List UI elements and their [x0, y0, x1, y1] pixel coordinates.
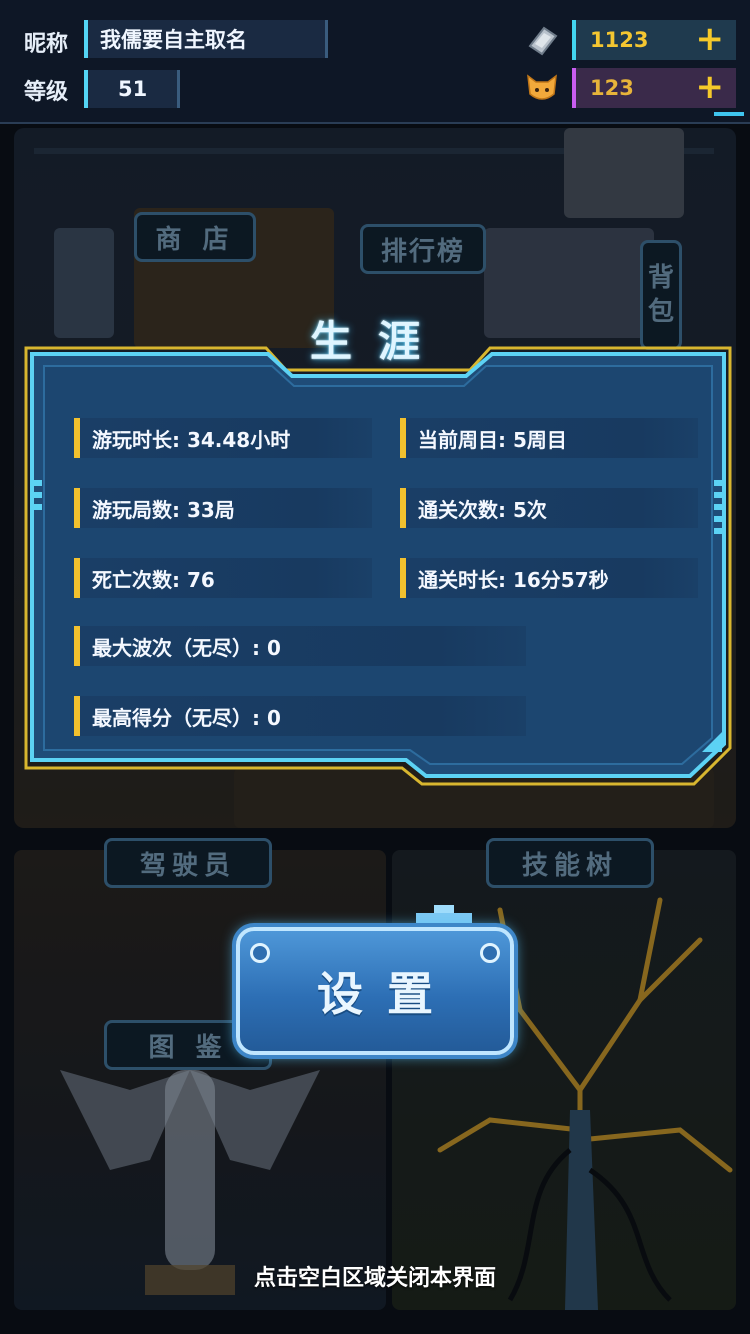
nickname-value: 我儒要自主取名: [100, 28, 247, 52]
currency-secondary-value: 123: [590, 76, 634, 100]
currency-primary: 1123 +: [572, 20, 736, 60]
cat-head-icon: [527, 74, 557, 100]
stat-clear-count: 通关次数: 5次: [400, 488, 698, 528]
stat-high-score-endless-text: 最高得分（无尽）: 0: [92, 705, 281, 730]
add-currency-primary-button[interactable]: +: [696, 22, 725, 56]
currency-secondary: 123 +: [572, 68, 736, 108]
settings-button-wrap: 设置: [228, 905, 522, 1060]
add-currency-secondary-button[interactable]: +: [696, 70, 725, 104]
chip-icon: [528, 26, 558, 56]
stat-games-played-text: 游玩局数: 33局: [92, 497, 235, 522]
nickname-label: 昵称: [24, 32, 69, 57]
stat-play-time: 游玩时长: 34.48小时: [74, 418, 372, 458]
level-field: 51: [84, 70, 180, 108]
stat-clear-time: 通关时长: 16分57秒: [400, 558, 698, 598]
stat-high-score-endless: 最高得分（无尽）: 0: [74, 696, 526, 736]
close-hint: 点击空白区域关闭本界面: [253, 1266, 496, 1291]
settings-button[interactable]: 设置: [236, 927, 514, 1055]
nickname-field[interactable]: 我儒要自主取名: [84, 20, 328, 58]
currency-primary-value: 1123: [590, 28, 649, 52]
player-header: 昵称 我儒要自主取名 等级 51 1123 + 123 +: [0, 0, 750, 124]
stat-death-count: 死亡次数: 76: [74, 558, 372, 598]
stat-death-count-text: 死亡次数: 76: [92, 567, 215, 592]
level-value: 51: [118, 77, 148, 101]
stat-clear-count-text: 通关次数: 5次: [418, 497, 547, 522]
career-modal: 生涯 游玩时长: 34.48小时 当前周目: 5周目 游玩局数: 33局 通关次…: [22, 317, 734, 788]
settings-button-label: 设置: [317, 967, 457, 1021]
stat-max-wave-endless: 最大波次（无尽）: 0: [74, 626, 526, 666]
stat-current-cycle: 当前周目: 5周目: [400, 418, 698, 458]
level-label: 等级: [24, 80, 69, 105]
stat-play-time-text: 游玩时长: 34.48小时: [92, 427, 291, 452]
stat-current-cycle-text: 当前周目: 5周目: [418, 427, 567, 452]
bolt-icon: [480, 943, 500, 963]
bolt-icon: [250, 943, 270, 963]
stat-max-wave-endless-text: 最大波次（无尽）: 0: [92, 635, 281, 660]
stat-clear-time-text: 通关时长: 16分57秒: [418, 567, 609, 592]
modal-title: 生涯: [309, 317, 446, 366]
stat-games-played: 游玩局数: 33局: [74, 488, 372, 528]
